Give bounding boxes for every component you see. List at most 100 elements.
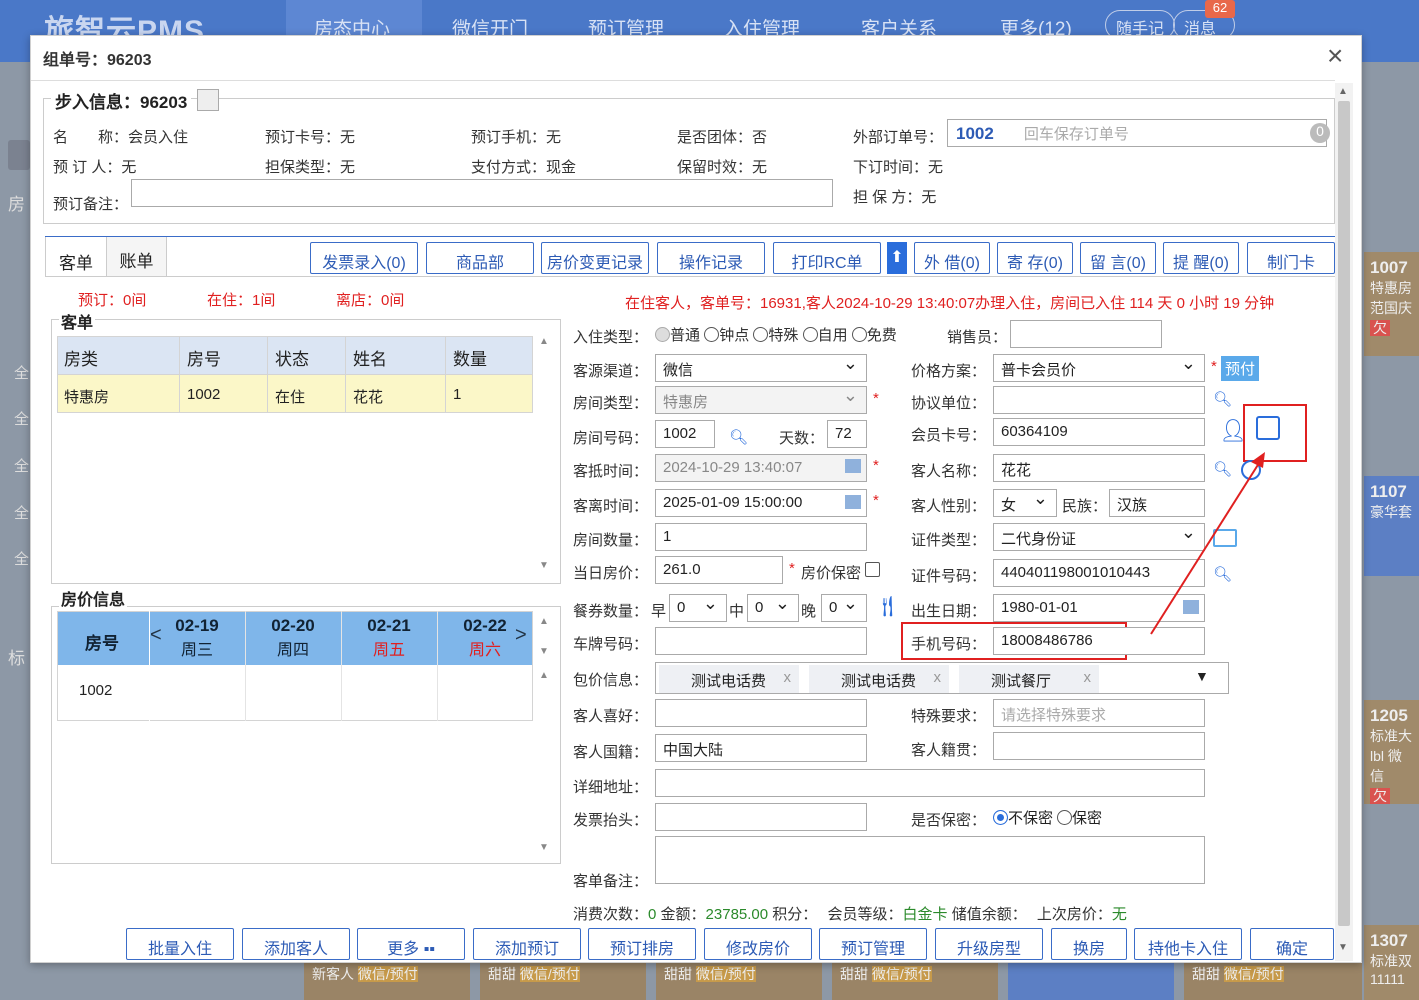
pref-input[interactable] xyxy=(655,699,867,727)
batch-checkin-button[interactable]: 批量入住 xyxy=(126,928,234,960)
member-input[interactable]: 60364109 xyxy=(993,418,1205,446)
change-room-button[interactable]: 换房 xyxy=(1051,928,1127,960)
remove-icon[interactable]: x xyxy=(934,669,942,686)
copy-icon[interactable] xyxy=(197,89,219,111)
package-tag: 测试餐厅 x xyxy=(959,665,1099,693)
remove-icon[interactable]: x xyxy=(1084,669,1092,686)
left-label: 全 xyxy=(14,411,30,428)
close-icon[interactable]: × xyxy=(1327,40,1343,72)
scroll-up-icon[interactable]: ▲ xyxy=(539,670,549,681)
scroll-down-icon[interactable]: ▼ xyxy=(539,560,549,571)
invoice-entry-button[interactable]: 发票录入(0) xyxy=(310,242,418,274)
scroll-down-icon[interactable]: ▼ xyxy=(539,842,549,853)
phone-value: 无 xyxy=(546,129,562,146)
col-roomno: 房号 xyxy=(187,350,221,369)
special-input[interactable]: 请选择特殊要求 xyxy=(993,699,1205,727)
calendar-icon[interactable] xyxy=(845,495,861,509)
booking-assign-button[interactable]: 预订排房 xyxy=(588,928,696,960)
plan-select[interactable]: 普卡会员价 xyxy=(993,353,1205,382)
add-booking-button[interactable]: 添加预订 xyxy=(473,928,581,960)
price-info-title: 房价信息 xyxy=(59,586,128,610)
leave-input[interactable]: 2025-01-09 15:00:00 xyxy=(655,489,867,517)
meal-label: 餐券数量： xyxy=(573,603,649,620)
arrive-input[interactable]: 2024-10-29 13:40:07 xyxy=(655,454,867,482)
scroll-down-icon[interactable]: ▼ xyxy=(539,646,549,657)
dropdown-arrow-icon[interactable]: ▼ xyxy=(1195,668,1209,684)
room-tile-1007[interactable]: 1007 特惠房 范国庆欠 xyxy=(1364,252,1419,356)
address-input[interactable] xyxy=(655,769,1205,797)
origin-label: 客人籍贯： xyxy=(911,742,987,759)
deposit-button[interactable]: 寄 存(0) xyxy=(997,242,1073,274)
booker-label: 预 订 人： xyxy=(53,159,122,176)
goods-button[interactable]: 商品部 xyxy=(426,242,534,274)
roomno-input[interactable]: 1002 xyxy=(655,420,715,448)
prev-arrow-icon[interactable]: < xyxy=(150,624,162,647)
plate-input[interactable] xyxy=(655,627,867,655)
confirm-button[interactable]: 确定 xyxy=(1250,928,1334,960)
lend-button[interactable]: 外 借(0) xyxy=(914,242,990,274)
calendar-icon[interactable] xyxy=(845,459,861,473)
source-select[interactable]: 微信 xyxy=(655,353,867,382)
checkin-type-radios[interactable]: 普通 钟点 特殊 自用 免费 xyxy=(655,324,897,345)
add-guest-button[interactable]: 添加客人 xyxy=(242,928,350,960)
edit-icon[interactable] xyxy=(1256,416,1280,440)
modify-rate-button[interactable]: 修改房价 xyxy=(704,928,812,960)
search-icon[interactable]: 🔍︎ xyxy=(1213,390,1232,408)
mobile-label: 手机号码： xyxy=(911,636,987,653)
cutlery-icon[interactable]: 🍴︎ xyxy=(875,594,900,619)
ext-order-input[interactable]: 1002 回车保存订单号 xyxy=(947,119,1327,147)
phone-label: 预订手机： xyxy=(471,129,547,146)
origin-input[interactable] xyxy=(993,732,1205,760)
qty-input[interactable]: 1 xyxy=(655,523,867,551)
scroll-down-icon[interactable]: ▼ xyxy=(1338,942,1348,953)
other-card-checkin-button[interactable]: 持他卡入住 xyxy=(1134,928,1242,960)
reminder-button[interactable]: 提 醒(0) xyxy=(1163,242,1239,274)
scroll-up-icon[interactable]: ▲ xyxy=(1338,86,1348,97)
note-input[interactable] xyxy=(655,836,1205,884)
roomtype-select[interactable]: 特惠房 xyxy=(655,385,867,414)
dinner-select[interactable]: 0 xyxy=(821,593,867,622)
more-button[interactable]: 更多 ▪▪ xyxy=(357,928,465,960)
rate-input[interactable]: 261.0 xyxy=(655,556,783,584)
lunch-select[interactable]: 0 xyxy=(747,593,799,622)
secret-radios[interactable]: 不保密 保密 xyxy=(993,807,1102,828)
upgrade-room-button[interactable]: 升级房型 xyxy=(935,928,1043,960)
agreement-input[interactable] xyxy=(993,386,1205,414)
print-rc-button[interactable]: 打印RC单 xyxy=(773,242,881,274)
make-key-card-button[interactable]: 制门卡 xyxy=(1247,242,1335,274)
secret-rate-checkbox[interactable] xyxy=(865,562,880,577)
sales-input[interactable] xyxy=(1010,320,1162,348)
operation-log-button[interactable]: 操作记录 xyxy=(657,242,765,274)
room-tile-1205[interactable]: 1205 标准大 lbl 微信欠 xyxy=(1364,700,1419,804)
guarantor-value: 无 xyxy=(921,189,937,206)
upload-icon[interactable]: ⬆ xyxy=(887,242,907,274)
invoice-input[interactable] xyxy=(655,803,867,831)
payment-label: 支付方式： xyxy=(471,159,547,176)
remove-icon[interactable]: x xyxy=(784,669,792,686)
scroll-up-icon[interactable]: ▲ xyxy=(539,336,549,347)
message-button[interactable]: 留 言(0) xyxy=(1080,242,1156,274)
country-input[interactable]: 中国大陆 xyxy=(655,734,867,762)
left-label: 全 xyxy=(14,458,30,475)
scroll-up-icon[interactable]: ▲ xyxy=(539,616,549,627)
inhouse-count: 在住：1间 xyxy=(207,292,276,309)
next-arrow-icon[interactable]: > xyxy=(515,624,527,647)
left-label: 全 xyxy=(14,505,30,522)
breakfast-select[interactable]: 0 xyxy=(669,593,727,622)
booking-manage-button[interactable]: 预订管理 xyxy=(819,928,927,960)
room-tile-1307[interactable]: 1307 标准双 11111 xyxy=(1364,925,1419,1000)
sex-select[interactable]: 女 xyxy=(993,488,1057,517)
price-change-log-button[interactable]: 房价变更记录 xyxy=(541,242,649,274)
search-icon[interactable]: 🔍︎ xyxy=(729,428,748,446)
scrollbar-thumb[interactable] xyxy=(1338,101,1350,926)
sex-label: 客人性别： xyxy=(911,498,987,515)
ext-order-label: 外部订单号： xyxy=(853,129,944,146)
booking-remark-input[interactable] xyxy=(131,179,833,207)
grid-icon: ▪▪ xyxy=(423,941,435,958)
qty-label: 房间数量： xyxy=(573,532,649,549)
tab-bill[interactable]: 账单 xyxy=(107,237,167,277)
tab-guest[interactable]: 客单 xyxy=(45,237,107,277)
days-input[interactable]: 72 xyxy=(827,420,867,448)
nation-label: 民族： xyxy=(1062,498,1108,515)
room-tile-1107[interactable]: 1107 豪华套 xyxy=(1364,476,1419,576)
